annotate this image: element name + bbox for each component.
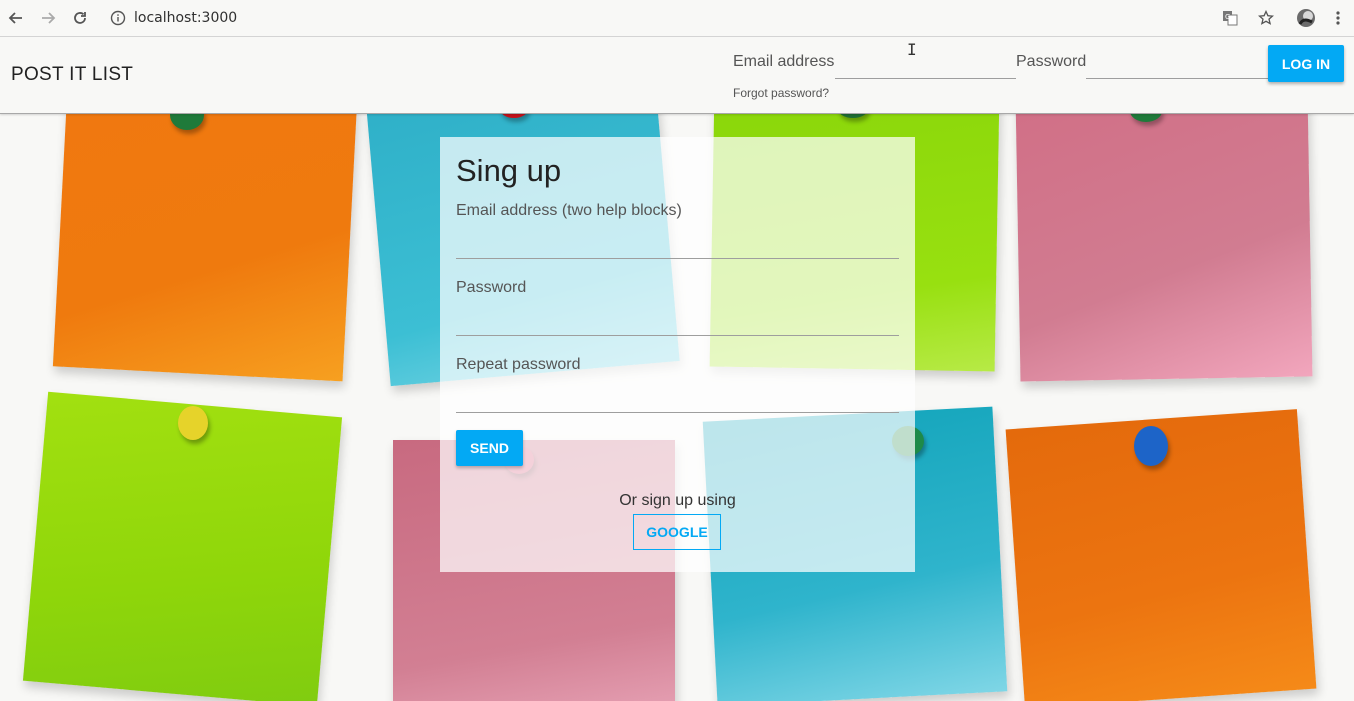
signup-email-label: Email address (two help blocks): [456, 202, 682, 219]
profile-avatar-icon[interactable]: [1294, 6, 1318, 30]
login-button[interactable]: LOG IN: [1268, 45, 1344, 82]
signup-password-label: Password: [456, 279, 527, 296]
sticky-note-pink: [1015, 114, 1313, 382]
svg-text:G: G: [1225, 13, 1230, 21]
menu-dots-icon[interactable]: [1326, 6, 1350, 30]
header-password-input[interactable]: [1086, 45, 1268, 79]
sticky-note-green: [22, 391, 343, 701]
google-signup-button[interactable]: GOOGLE: [633, 514, 721, 550]
signup-password-input[interactable]: [456, 335, 899, 336]
signup-repeat-password-input[interactable]: [456, 412, 899, 413]
app-header: POST IT LIST Email address Password Forg…: [0, 37, 1354, 114]
send-button[interactable]: SEND: [456, 430, 523, 466]
translate-icon[interactable]: G: [1218, 6, 1242, 30]
info-icon[interactable]: [110, 10, 126, 26]
text-cursor-icon: I: [907, 40, 917, 59]
header-email-label: Email address: [733, 53, 835, 70]
forgot-password-link[interactable]: Forgot password?: [733, 86, 829, 100]
brand-title: POST IT LIST: [11, 64, 134, 85]
header-email-input[interactable]: [835, 45, 1016, 79]
url-text[interactable]: localhost:3000: [134, 10, 237, 26]
forward-arrow-icon[interactable]: [36, 6, 60, 30]
pushpin-blue: [1134, 426, 1168, 466]
back-arrow-icon[interactable]: [4, 6, 28, 30]
header-password-label: Password: [1016, 53, 1087, 70]
signup-repeat-password-label: Repeat password: [456, 356, 581, 373]
signup-email-input[interactable]: [456, 258, 899, 259]
or-sign-up-text: Or sign up using: [619, 492, 736, 509]
signup-title: Sing up: [456, 153, 562, 188]
reload-icon[interactable]: [68, 6, 92, 30]
address-bar[interactable]: localhost:3000: [110, 6, 237, 30]
signup-card: Sing up Email address (two help blocks) …: [440, 137, 915, 572]
browser-toolbar: localhost:3000 G: [0, 0, 1354, 37]
sticky-note-orange: [52, 114, 358, 382]
star-icon[interactable]: [1254, 6, 1278, 30]
pushpin-yellow: [178, 406, 208, 440]
